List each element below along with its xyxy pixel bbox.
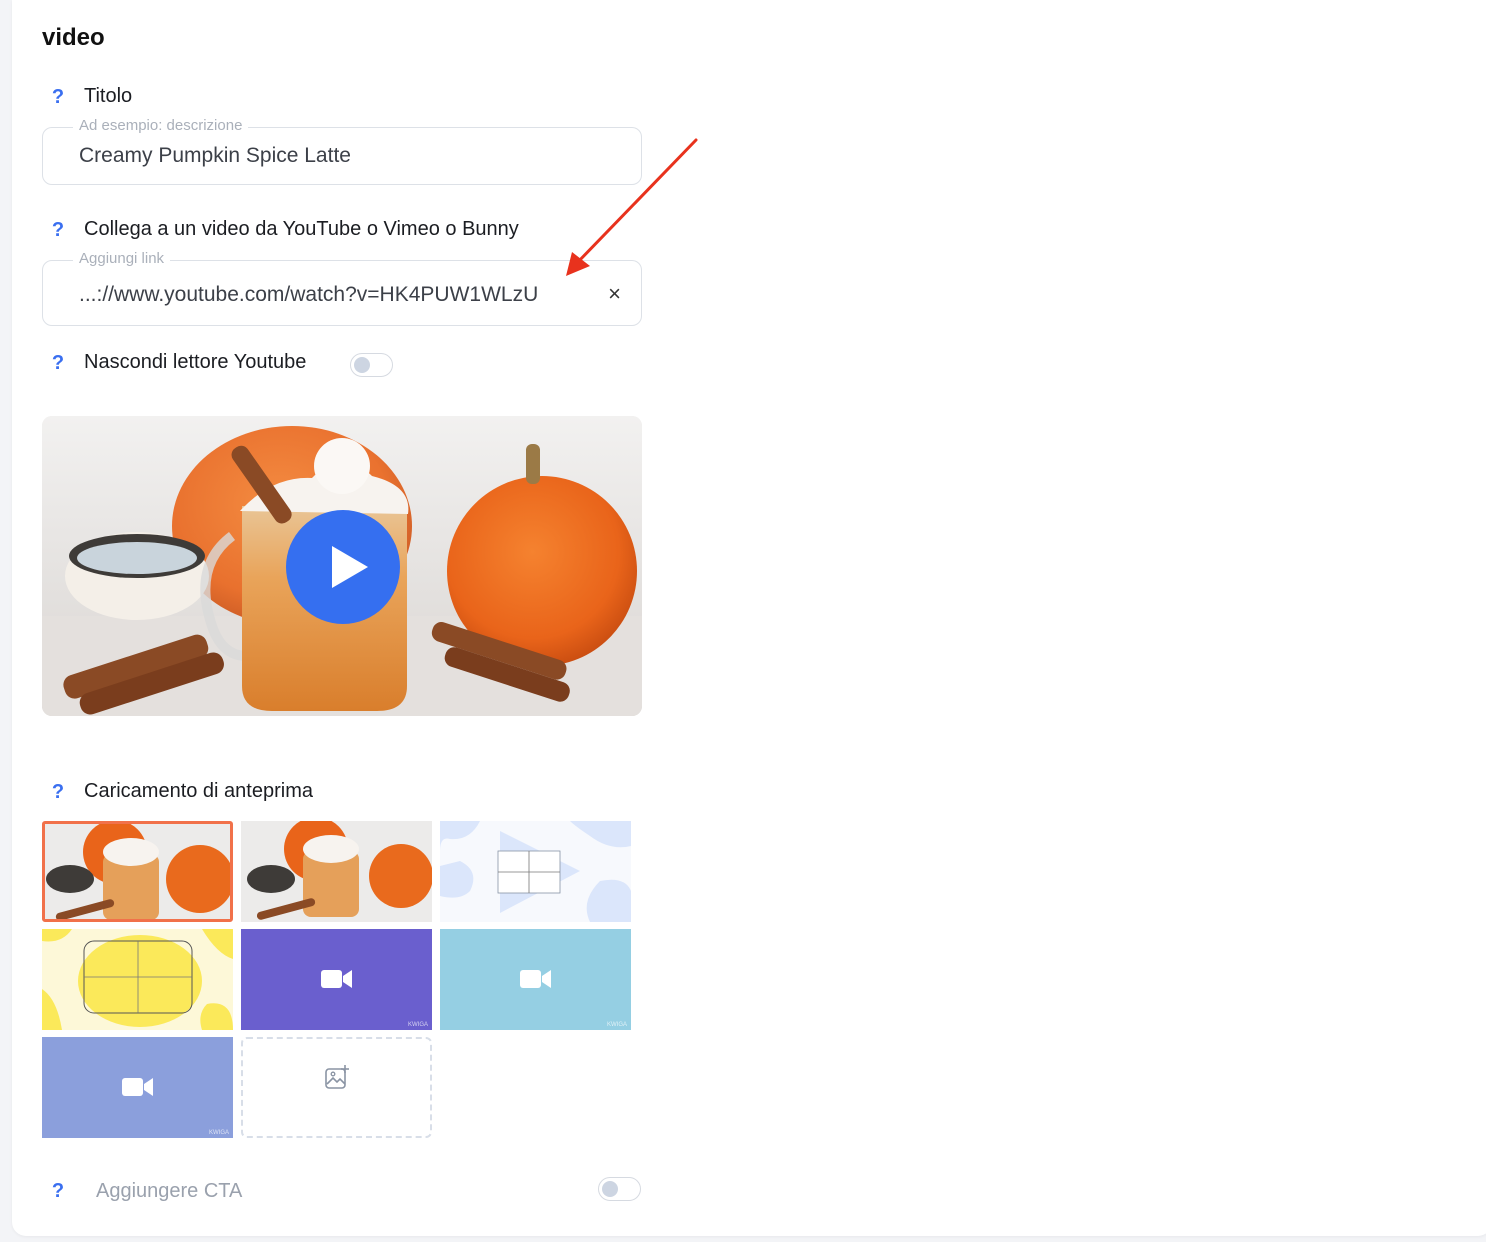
help-icon-link[interactable]: ? — [50, 219, 66, 242]
annotation-arrow-icon — [566, 138, 698, 276]
title-field[interactable]: Ad esempio: descrizione Creamy Pumpkin S… — [42, 117, 642, 185]
thumbnail-image — [45, 824, 230, 919]
help-icon-cta[interactable]: ? — [50, 1180, 66, 1203]
thumbnail-option-7[interactable]: KWIGA — [42, 1037, 233, 1138]
title-field-legend: Ad esempio: descrizione — [73, 117, 249, 134]
video-camera-icon — [520, 970, 551, 988]
thumbnail-option-4[interactable] — [42, 929, 233, 1030]
video-camera-icon — [321, 970, 352, 988]
section-title: video — [42, 24, 105, 51]
link-input-value[interactable]: ...://www.youtube.com/watch?v=HK4PUW1WLz… — [79, 283, 589, 307]
video-preview[interactable] — [42, 416, 642, 716]
hide-player-toggle[interactable] — [350, 353, 393, 377]
thumbnail-image — [440, 821, 631, 922]
help-icon-title[interactable]: ? — [50, 86, 66, 109]
thumbnail-image — [42, 929, 233, 1030]
thumbnail-option-2[interactable] — [241, 821, 432, 922]
thumbnail-option-1[interactable] — [42, 821, 233, 922]
video-camera-icon — [122, 1078, 153, 1096]
clear-link-icon[interactable]: × — [608, 281, 621, 307]
cta-label: Aggiungere CTA — [96, 1180, 243, 1202]
title-input-value[interactable]: Creamy Pumpkin Spice Latte — [79, 144, 619, 168]
brand-watermark: KWIGA — [407, 1022, 428, 1028]
link-field-legend: Aggiungi link — [73, 250, 171, 267]
hide-player-label: Nascondi lettore Youtube — [84, 351, 307, 373]
toggle-knob — [602, 1181, 618, 1197]
thumbnail-option-6[interactable]: KWIGA — [440, 929, 631, 1030]
help-icon-preview[interactable]: ? — [50, 781, 66, 804]
thumbnail-option-3[interactable] — [440, 821, 631, 922]
brand-watermark: KWIGA — [606, 1022, 627, 1028]
thumbnail-option-5[interactable]: KWIGA — [241, 929, 432, 1030]
add-image-icon — [325, 1065, 349, 1089]
upload-preview-button[interactable] — [241, 1037, 432, 1138]
help-icon-hide-player[interactable]: ? — [50, 352, 66, 375]
link-label: Collega a un video da YouTube o Vimeo o … — [84, 218, 519, 240]
link-field[interactable]: Aggiungi link ...://www.youtube.com/watc… — [42, 250, 642, 326]
preview-upload-label: Caricamento di anteprima — [84, 780, 313, 802]
play-button-icon[interactable] — [286, 510, 400, 624]
thumbnail-image — [241, 821, 432, 922]
brand-watermark: KWIGA — [208, 1130, 229, 1136]
cta-toggle[interactable] — [598, 1177, 641, 1201]
title-label: Titolo — [84, 85, 133, 107]
toggle-knob — [354, 357, 370, 373]
